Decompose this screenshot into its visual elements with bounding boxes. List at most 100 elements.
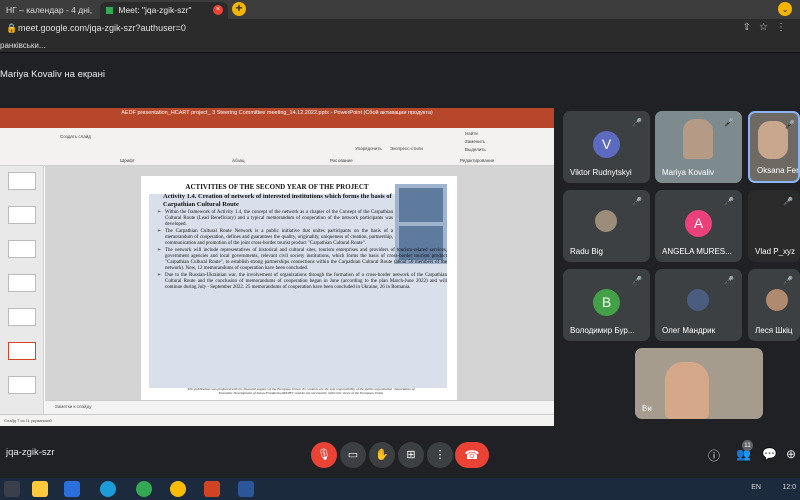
chrome-icon[interactable] bbox=[170, 481, 186, 497]
participant-name: Oksana Fer bbox=[757, 166, 799, 175]
people-count-badge: 11 bbox=[742, 440, 753, 451]
close-tab-icon[interactable]: × bbox=[213, 5, 223, 15]
info-icon[interactable]: ⓘ bbox=[708, 447, 720, 464]
new-tab-button[interactable]: + bbox=[232, 2, 246, 16]
ribbon-label: Упорядочить bbox=[355, 146, 382, 151]
start-icon[interactable] bbox=[4, 481, 20, 497]
taskbar: EN 12:0 bbox=[0, 478, 800, 500]
tab-label: НГ – календар - 4 дні, по... bbox=[6, 5, 95, 15]
edge-icon[interactable] bbox=[100, 481, 116, 497]
mic-toggle-button[interactable]: 🎙 bbox=[311, 442, 337, 468]
store-icon[interactable] bbox=[64, 481, 80, 497]
avatar: A bbox=[685, 210, 712, 237]
word-icon[interactable] bbox=[238, 481, 254, 497]
files-icon[interactable] bbox=[32, 481, 48, 497]
share-icon[interactable]: ⇪ bbox=[743, 22, 759, 33]
system-tray: EN 12:0 bbox=[751, 484, 796, 491]
presenter-label: Mariya Kovaliv на екрані bbox=[0, 69, 105, 80]
meet-favicon-icon bbox=[106, 7, 113, 15]
ppt-slide-thumbnails bbox=[0, 166, 44, 414]
participant-name: Radu Big bbox=[570, 247, 603, 256]
slide-thumbnail[interactable] bbox=[8, 172, 36, 190]
participant-tile[interactable]: 🎤 Леся Шкіц bbox=[748, 269, 800, 341]
language-indicator[interactable]: EN bbox=[751, 484, 761, 491]
chrome-icon[interactable] bbox=[136, 481, 152, 497]
ribbon-label: Заменить bbox=[465, 139, 486, 144]
slide: ACTIVITIES OF THE SECOND YEAR OF THE PRO… bbox=[141, 176, 457, 402]
menu-icon[interactable]: ⋮ bbox=[776, 22, 794, 33]
powerpoint-icon[interactable] bbox=[204, 481, 220, 497]
mic-off-icon: 🎤 bbox=[785, 120, 795, 129]
star-icon[interactable]: ☆ bbox=[759, 22, 776, 33]
more-vert-icon: ⋮ bbox=[434, 449, 446, 461]
slide-thumbnail[interactable] bbox=[8, 308, 36, 326]
participant-tile[interactable]: 🎤 Олег Мандрик bbox=[655, 269, 742, 341]
ribbon-label: Рисование bbox=[330, 158, 353, 163]
participant-tile[interactable]: 🎤 Radu Big bbox=[563, 190, 650, 262]
raise-hand-button[interactable]: ✋ bbox=[369, 442, 395, 468]
participant-name: Ви bbox=[642, 404, 652, 413]
ribbon-label: Абзац bbox=[232, 158, 245, 163]
participant-name: Vlad P_xyz bbox=[755, 247, 796, 256]
camera-toggle-button[interactable]: ▭ bbox=[340, 442, 366, 468]
ppt-title-bar: AEDF presentation_HCART project_ 3 Steer… bbox=[0, 108, 554, 119]
slide-thumbnail-selected[interactable] bbox=[8, 342, 36, 360]
notes-placeholder: Заметки к слайду bbox=[55, 404, 92, 409]
slide-bullet: The Carpathian Cultural Route Network is… bbox=[157, 229, 393, 247]
mic-off-icon: 🎤 bbox=[783, 276, 793, 285]
leave-call-button[interactable]: ☎ bbox=[455, 442, 489, 468]
mic-off-icon: 🎤 bbox=[632, 197, 642, 206]
participant-name: ANGELA MURES... bbox=[662, 247, 732, 256]
participant-tile[interactable]: В 🎤 Володимир Бур... bbox=[563, 269, 650, 341]
slide-bullet: Within the framework of Activity 1.4, th… bbox=[157, 210, 393, 228]
clock[interactable]: 12:0 bbox=[782, 484, 796, 491]
lock-icon[interactable]: 🔒 bbox=[6, 23, 17, 34]
bookmarks-bar: ранківськи... bbox=[0, 39, 800, 53]
browser-tab-calendar[interactable]: НГ – календар - 4 дні, по... bbox=[0, 2, 95, 19]
mic-off-icon: 🎤 bbox=[783, 197, 793, 206]
participant-video bbox=[665, 362, 709, 419]
avatar bbox=[595, 210, 617, 232]
camera-icon: ▭ bbox=[347, 449, 359, 461]
ribbon-label: Шрифт bbox=[120, 158, 135, 163]
ppt-canvas: ACTIVITIES OF THE SECOND YEAR OF THE PRO… bbox=[45, 166, 554, 414]
participant-tile[interactable]: 🎤 Vlad P_xyz bbox=[748, 190, 800, 262]
slide-thumbnail[interactable] bbox=[8, 240, 36, 258]
slide-thumbnail[interactable] bbox=[8, 274, 36, 292]
slide-bullets: Within the framework of Activity 1.4, th… bbox=[157, 210, 447, 292]
ribbon-label: Редактирование bbox=[460, 158, 495, 163]
ppt-notes-pane[interactable]: Заметки к слайду bbox=[45, 400, 554, 414]
participant-tile[interactable]: A 🎤 ANGELA MURES... bbox=[655, 190, 742, 262]
url-field[interactable]: meet.google.com/jqa-zgik-szr?authuser=0 bbox=[18, 23, 186, 33]
bookmark-item[interactable]: ранківськи... bbox=[0, 41, 46, 50]
chevron-down-icon[interactable]: ⌄ bbox=[778, 2, 792, 16]
hand-icon: ✋ bbox=[375, 449, 389, 461]
mic-off-icon: 🎙 bbox=[317, 449, 331, 461]
participant-tile[interactable]: V 🎤 Viktor Rudnytskyi bbox=[563, 111, 650, 183]
more-options-button[interactable]: ⋮ bbox=[427, 442, 453, 468]
ppt-ribbon-tabs: Файл Вставка Дизайн Переходы Анимация Сл… bbox=[0, 119, 554, 133]
browser-actions: ⇪☆⋮ bbox=[743, 22, 794, 33]
mic-off-icon: 🎤 bbox=[632, 118, 642, 127]
avatar bbox=[687, 289, 709, 311]
ribbon-label: Найти bbox=[465, 131, 478, 136]
mic-off-icon: 🎤 bbox=[632, 276, 642, 285]
presenter-bar: Mariya Kovaliv на екрані bbox=[0, 53, 800, 95]
present-button[interactable]: ⊞ bbox=[398, 442, 424, 468]
slide-thumbnail[interactable] bbox=[8, 206, 36, 224]
chat-icon[interactable]: 💬 bbox=[762, 447, 777, 461]
participant-tile[interactable]: 🎤 Mariya Kovaliv bbox=[655, 111, 742, 183]
slide-thumbnail[interactable] bbox=[8, 376, 36, 394]
ppt-status-bar: Слайд 7 из 11 украинский bbox=[0, 414, 554, 426]
self-view-tile[interactable]: Ви bbox=[635, 348, 763, 419]
participant-name: Леся Шкіц bbox=[755, 326, 793, 335]
present-icon: ⊞ bbox=[406, 449, 416, 461]
ribbon-label: Создать слайд bbox=[60, 134, 91, 139]
participant-name: Олег Мандрик bbox=[662, 326, 716, 335]
participant-tile[interactable]: 🎤 Oksana Fer bbox=[748, 111, 800, 183]
participant-name: Володимир Бур... bbox=[570, 326, 635, 335]
ppt-status-text: Слайд 7 из 11 украинский bbox=[4, 418, 52, 423]
browser-tab-meet[interactable]: Meet: "jqa-zgik-szr" × bbox=[100, 2, 228, 19]
browser-tab-bar: НГ – календар - 4 дні, по... Meet: "jqa-… bbox=[0, 0, 800, 19]
activities-icon[interactable]: ⊕ bbox=[786, 447, 796, 461]
